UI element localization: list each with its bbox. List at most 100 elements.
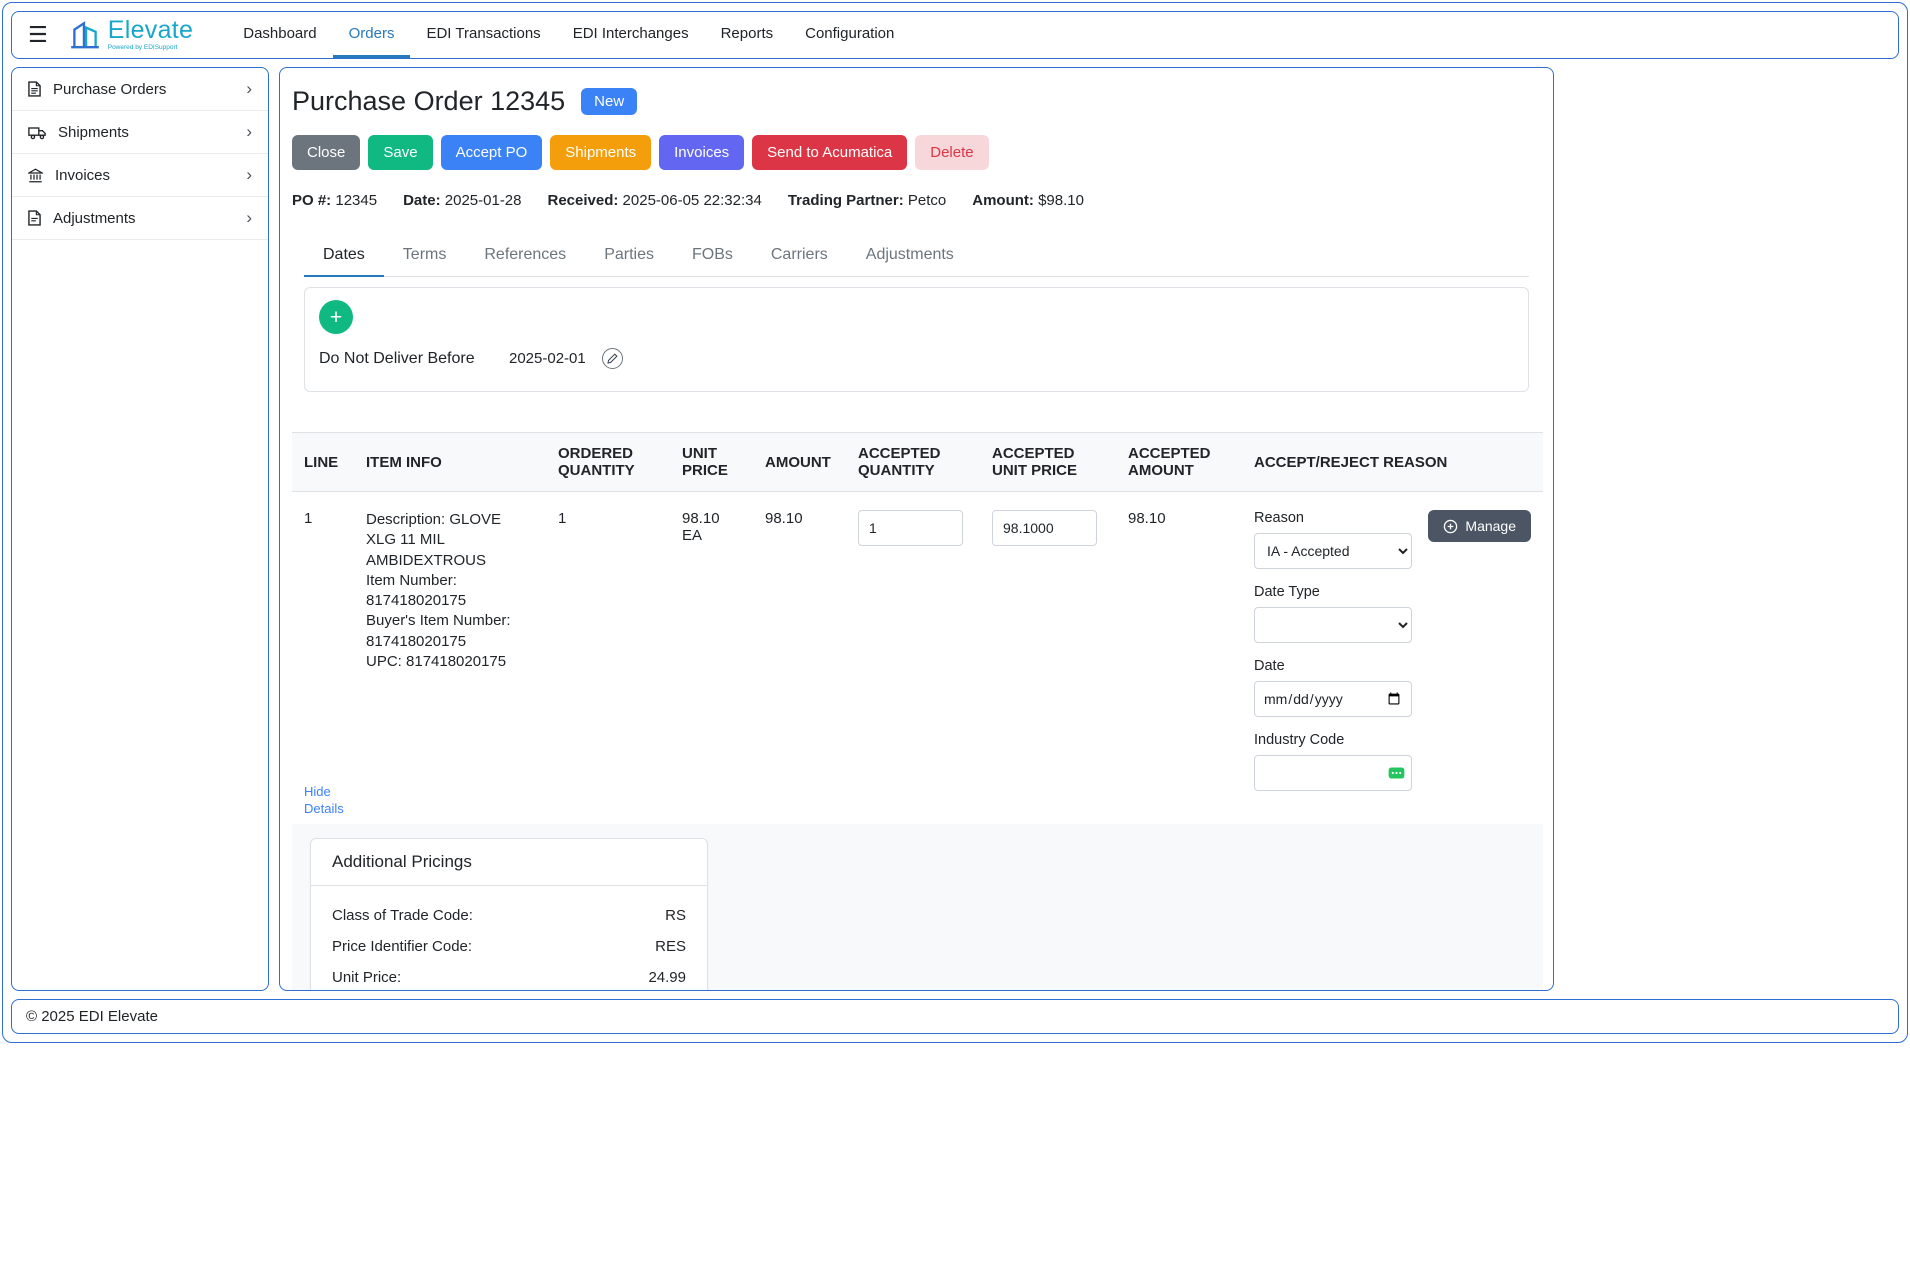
sidebar-item-invoices[interactable]: Invoices ›: [12, 154, 268, 197]
po-date-label: Date:: [403, 192, 441, 209]
pricing-label: Unit Price:: [332, 969, 401, 986]
po-amount-label: Amount:: [972, 192, 1034, 209]
unit-price: 98.10: [682, 510, 741, 527]
industry-code-lookup-icon[interactable]: [1388, 767, 1405, 779]
add-date-button[interactable]: +: [319, 300, 353, 334]
po-date-value: 2025-01-28: [445, 192, 522, 209]
close-button[interactable]: Close: [292, 135, 360, 170]
col-header-accepted-quantity: ACCEPTED QUANTITY: [846, 433, 980, 492]
truck-icon: [28, 125, 46, 140]
accepted-quantity-input[interactable]: [858, 510, 963, 546]
send-to-acumatica-button[interactable]: Send to Acumatica: [752, 135, 907, 170]
po-received-label: Received:: [548, 192, 619, 209]
col-header-item-info: ITEM INFO: [354, 433, 546, 492]
pricing-value: RES: [655, 938, 686, 955]
tab-terms[interactable]: Terms: [384, 235, 466, 277]
line-items-table: LINE ITEM INFO ORDERED QUANTITY UNIT PRI…: [292, 432, 1543, 991]
po-meta-row: PO #: 12345 Date: 2025-01-28 Received: 2…: [292, 192, 1541, 209]
dates-panel: + Do Not Deliver Before 2025-02-01: [304, 287, 1529, 392]
nav-edi-transactions[interactable]: EDI Transactions: [410, 12, 556, 58]
nav-reports[interactable]: Reports: [705, 12, 790, 58]
pricing-row-unit-price: Unit Price: 24.99: [311, 962, 707, 991]
date-type-label: Date Type: [1254, 584, 1412, 600]
reason-select[interactable]: IA - Accepted: [1254, 533, 1412, 569]
sidebar-item-label: Shipments: [58, 124, 129, 141]
po-tabs: Dates Terms References Parties FOBs Carr…: [304, 235, 1529, 277]
footer-text: © 2025 EDI Elevate: [26, 1008, 158, 1025]
additional-pricings-body: Class of Trade Code: RS Price Identifier…: [311, 886, 707, 991]
edit-date-button[interactable]: [602, 348, 623, 369]
elevate-logo-icon: [68, 18, 102, 52]
accepted-unit-price-cell: [980, 492, 1116, 825]
tab-references[interactable]: References: [465, 235, 585, 277]
footer: © 2025 EDI Elevate: [11, 999, 1899, 1034]
unit-price-cell: 98.10 EA: [670, 492, 753, 825]
po-number: PO #: 12345: [292, 192, 377, 209]
col-header-accepted-unit-price: ACCEPTED UNIT PRICE: [980, 433, 1116, 492]
brand-name: Elevate: [108, 18, 194, 43]
nav-dashboard[interactable]: Dashboard: [227, 12, 332, 58]
additional-pricings-card: Additional Pricings Class of Trade Code:…: [310, 838, 708, 991]
delete-button[interactable]: Delete: [915, 135, 988, 170]
date-type-select[interactable]: [1254, 607, 1412, 643]
po-number-value: 12345: [335, 192, 377, 209]
details-row: Additional Pricings Class of Trade Code:…: [292, 824, 1543, 991]
chevron-right-icon: ›: [246, 165, 252, 185]
sidebar: Purchase Orders › Shipments › Invoices ›: [11, 67, 269, 991]
date-input[interactable]: [1254, 681, 1412, 717]
accept-po-button[interactable]: Accept PO: [441, 135, 543, 170]
tab-carriers[interactable]: Carriers: [752, 235, 847, 277]
chevron-right-icon: ›: [246, 208, 252, 228]
sidebar-item-purchase-orders[interactable]: Purchase Orders ›: [12, 68, 268, 111]
accepted-amount-cell: 98.10: [1116, 492, 1242, 825]
details-cell: Additional Pricings Class of Trade Code:…: [292, 824, 1543, 991]
main-nav: Dashboard Orders EDI Transactions EDI In…: [227, 12, 910, 58]
industry-code-label: Industry Code: [1254, 732, 1412, 748]
invoices-button[interactable]: Invoices: [659, 135, 744, 170]
tab-adjustments[interactable]: Adjustments: [847, 235, 973, 277]
reason-label: Reason: [1254, 510, 1412, 526]
date-label: Date: [1254, 658, 1412, 674]
document-icon: [28, 210, 41, 226]
sidebar-item-adjustments[interactable]: Adjustments ›: [12, 197, 268, 240]
manage-button-label: Manage: [1465, 518, 1516, 534]
save-button[interactable]: Save: [368, 135, 432, 170]
accepted-unit-price-input[interactable]: [992, 510, 1097, 546]
document-icon: [28, 81, 41, 97]
sidebar-item-label: Invoices: [55, 167, 110, 184]
plus-icon: +: [330, 307, 342, 328]
hide-details-link[interactable]: Hide Details: [304, 783, 358, 818]
pricing-value: RS: [665, 907, 686, 924]
amount-cell: 98.10: [753, 492, 846, 825]
buyers-item-number: Buyer's Item Number: 817418020175: [366, 611, 534, 652]
po-amount: Amount: $98.10: [972, 192, 1084, 209]
line-number-cell: 1 Hide Details: [292, 492, 354, 825]
nav-orders[interactable]: Orders: [333, 12, 411, 58]
nav-configuration[interactable]: Configuration: [789, 12, 910, 58]
manage-button[interactable]: Manage: [1428, 510, 1531, 542]
bank-icon: [28, 168, 43, 183]
accepted-quantity-cell: [846, 492, 980, 825]
tab-parties[interactable]: Parties: [585, 235, 673, 277]
page-title: Purchase Order 12345: [292, 86, 565, 117]
pricing-row-price-identifier: Price Identifier Code: RES: [311, 931, 707, 962]
accept-reject-reason-cell: Reason IA - Accepted Date Type: [1242, 492, 1543, 825]
po-received: Received: 2025-06-05 22:32:34: [548, 192, 762, 209]
brand-logo[interactable]: Elevate Powered by EDISupport: [68, 12, 194, 58]
date-row: Do Not Deliver Before 2025-02-01: [319, 348, 1514, 369]
chevron-right-icon: ›: [246, 79, 252, 99]
col-header-amount: AMOUNT: [753, 433, 846, 492]
col-header-ordered-quantity: ORDERED QUANTITY: [546, 433, 670, 492]
nav-edi-interchanges[interactable]: EDI Interchanges: [557, 12, 705, 58]
hamburger-menu-icon[interactable]: ☰: [28, 22, 48, 48]
app-root: ☰ Elevate Powered by EDISupport Dashboar…: [2, 2, 1908, 1043]
tab-dates[interactable]: Dates: [304, 235, 384, 277]
sidebar-item-shipments[interactable]: Shipments ›: [12, 111, 268, 154]
date-value: 2025-02-01: [509, 350, 586, 367]
pencil-icon: [607, 353, 618, 364]
tab-fobs[interactable]: FOBs: [673, 235, 752, 277]
navbar: ☰ Elevate Powered by EDISupport Dashboar…: [11, 11, 1899, 59]
circle-plus-icon: [1443, 519, 1458, 534]
shipments-button[interactable]: Shipments: [550, 135, 651, 170]
date-qualifier-label: Do Not Deliver Before: [319, 350, 509, 368]
